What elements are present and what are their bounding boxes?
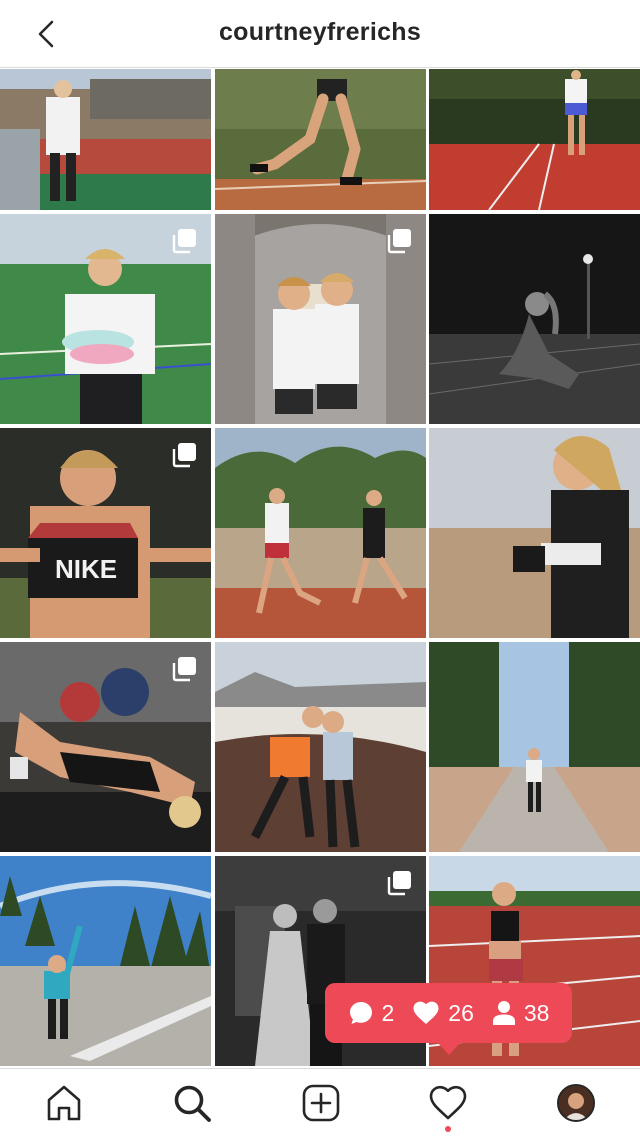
tab-new-post[interactable] xyxy=(299,1081,343,1125)
post-thumbnail[interactable] xyxy=(429,69,640,210)
post-thumbnail[interactable] xyxy=(214,214,426,424)
tab-home[interactable] xyxy=(42,1081,86,1125)
comments-count: 2 xyxy=(348,999,395,1027)
profile-username: courtneyfrerichs xyxy=(218,18,422,46)
svg-text:NIKE: NIKE xyxy=(55,554,117,584)
post-thumbnail[interactable] xyxy=(0,856,211,1066)
top-bar: courtneyfrerichs xyxy=(0,0,640,68)
post-image xyxy=(429,428,640,638)
post-image xyxy=(429,642,640,852)
new-post-icon xyxy=(302,1084,340,1122)
post-thumbnail[interactable] xyxy=(429,428,640,638)
post-image xyxy=(0,69,211,210)
post-image xyxy=(429,69,640,210)
post-thumbnail[interactable] xyxy=(429,642,640,852)
tab-profile[interactable] xyxy=(554,1081,598,1125)
activity-tooltip[interactable]: 2 26 38 xyxy=(325,983,572,1055)
post-thumbnail[interactable] xyxy=(0,69,211,210)
post-thumbnail[interactable] xyxy=(0,642,211,852)
post-thumbnail[interactable] xyxy=(214,642,426,852)
post-image xyxy=(429,214,640,424)
post-thumbnail[interactable] xyxy=(214,428,426,638)
activity-heart-icon xyxy=(429,1085,467,1120)
post-image xyxy=(0,856,211,1066)
home-icon xyxy=(47,1085,81,1121)
post-image xyxy=(214,642,426,852)
post-thumbnail[interactable] xyxy=(0,214,211,424)
post-thumbnail[interactable]: NIKE xyxy=(0,428,211,638)
post-thumbnail[interactable] xyxy=(429,214,640,424)
likes-value: 26 xyxy=(448,999,474,1026)
comments-value: 2 xyxy=(381,999,395,1026)
post-thumbnail[interactable] xyxy=(214,69,426,210)
carousel-icon xyxy=(172,229,196,254)
avatar-image xyxy=(559,1086,593,1120)
post-grid: NIKE xyxy=(0,69,640,1068)
search-icon xyxy=(174,1085,211,1122)
likes-count: 26 xyxy=(412,1000,474,1027)
carousel-icon xyxy=(387,229,411,254)
carousel-icon xyxy=(172,657,196,682)
bottom-tab-bar xyxy=(0,1068,640,1138)
carousel-icon xyxy=(172,443,196,468)
post-image xyxy=(214,69,426,210)
comment-icon xyxy=(349,1002,372,1024)
carousel-icon xyxy=(387,871,411,896)
tab-search[interactable] xyxy=(170,1081,214,1125)
person-icon xyxy=(492,1001,515,1025)
activity-notification-dot xyxy=(445,1126,451,1132)
followers-count: 38 xyxy=(492,999,550,1027)
heart-icon xyxy=(413,1001,439,1024)
post-image xyxy=(214,428,426,638)
followers-value: 38 xyxy=(523,999,550,1026)
profile-avatar xyxy=(557,1084,595,1122)
tab-activity[interactable] xyxy=(426,1081,470,1125)
